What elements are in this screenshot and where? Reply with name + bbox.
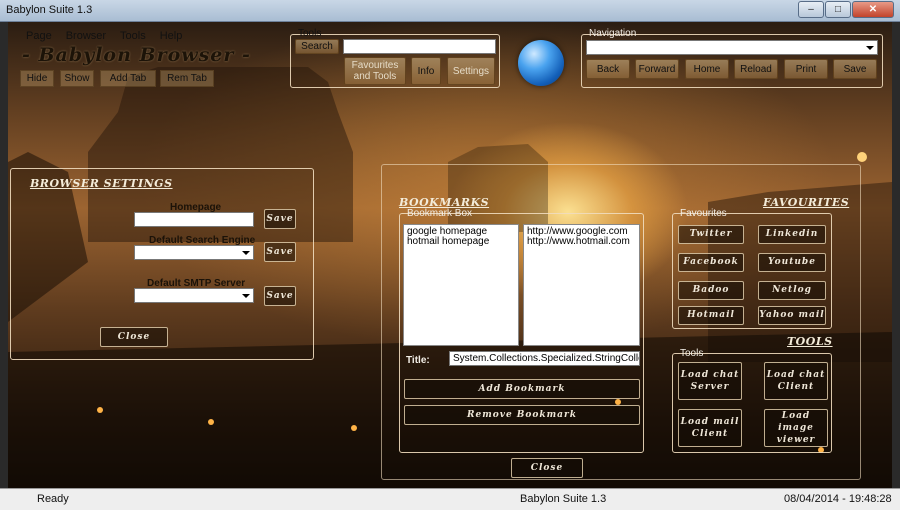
load-mail-client-button[interactable]: Load mail Client	[678, 409, 742, 447]
close-icon[interactable]: ✕	[852, 1, 894, 18]
tools-toolbar-label: Tools	[298, 28, 322, 39]
favourite-youtube-button[interactable]: Youtube	[758, 253, 826, 272]
close-bookmarks-button[interactable]: Close	[511, 458, 583, 478]
window-title: Babylon Suite 1.3	[6, 4, 93, 16]
menu-tools[interactable]: Tools	[120, 30, 146, 42]
bookmark-box-label: Bookmark Box	[407, 208, 473, 219]
save-homepage-button[interactable]: Save	[264, 209, 296, 229]
save-page-button[interactable]: Save	[833, 59, 877, 79]
save-smtp-button[interactable]: Save	[264, 286, 296, 306]
search-button[interactable]: Search	[295, 39, 339, 54]
status-ready: Ready	[37, 493, 69, 505]
back-button[interactable]: Back	[586, 59, 630, 79]
reload-button[interactable]: Reload	[734, 59, 778, 79]
favourite-facebook-button[interactable]: Facebook	[678, 253, 744, 272]
list-item[interactable]: http://www.hotmail.com	[527, 237, 636, 247]
status-app-name: Babylon Suite 1.3	[520, 493, 607, 505]
bookmark-title-label: Title:	[406, 355, 430, 366]
favourite-hotmail-button[interactable]: Hotmail	[678, 306, 744, 325]
browser-settings-title: BROWSER SETTINGS	[30, 177, 173, 190]
globe-icon	[518, 40, 564, 86]
hide-button[interactable]: Hide	[20, 70, 54, 87]
maximize-icon[interactable]: □	[825, 1, 851, 18]
load-chat-server-button[interactable]: Load chat Server	[678, 362, 742, 400]
bookmark-title-input[interactable]: System.Collections.Specialized.StringCol…	[449, 351, 640, 366]
load-image-viewer-button[interactable]: Load image viewer	[764, 409, 828, 447]
window-titlebar: Babylon Suite 1.3 – □ ✕	[0, 0, 900, 22]
favourites-and-tools-button[interactable]: Favourites and Tools	[344, 57, 406, 85]
favourites-group-label: Favourites	[680, 208, 727, 219]
search-engine-combo[interactable]	[134, 245, 254, 260]
menu-bar: Page Browser Tools Help	[26, 30, 182, 42]
home-button[interactable]: Home	[685, 59, 729, 79]
remove-tab-button[interactable]: Rem Tab	[160, 70, 214, 87]
menu-page[interactable]: Page	[26, 30, 52, 42]
smtp-server-combo[interactable]	[134, 288, 254, 303]
app-brand-title: - Babylon Browser -	[22, 44, 251, 66]
minimize-icon[interactable]: –	[798, 1, 824, 18]
tools-title: TOOLS	[787, 335, 833, 348]
search-input[interactable]	[343, 39, 496, 54]
favourite-linkedin-button[interactable]: Linkedin	[758, 225, 826, 244]
settings-button[interactable]: Settings	[447, 57, 495, 85]
list-item[interactable]: hotmail homepage	[407, 237, 515, 247]
save-search-engine-button[interactable]: Save	[264, 242, 296, 262]
menu-browser[interactable]: Browser	[66, 30, 106, 42]
info-button[interactable]: Info	[411, 57, 441, 85]
status-datetime: 08/04/2014 - 19:48:28	[784, 493, 892, 505]
print-button[interactable]: Print	[784, 59, 828, 79]
tools-group-label: Tools	[680, 348, 704, 359]
chevron-down-icon	[242, 251, 250, 255]
menu-help[interactable]: Help	[160, 30, 183, 42]
load-chat-client-button[interactable]: Load chat Client	[764, 362, 828, 400]
url-address-combo[interactable]	[586, 40, 878, 55]
status-bar: Ready Babylon Suite 1.3 08/04/2014 - 19:…	[0, 488, 900, 510]
bookmark-urls-list[interactable]: http://www.google.com http://www.hotmail…	[523, 224, 640, 346]
app-client-area: Page Browser Tools Help - Babylon Browse…	[8, 22, 892, 488]
chevron-down-icon	[242, 294, 250, 298]
favourite-yahoo-mail-button[interactable]: Yahoo mail	[758, 306, 826, 325]
window-controls: – □ ✕	[798, 1, 894, 18]
favourite-netlog-button[interactable]: Netlog	[758, 281, 826, 300]
favourites-title: FAVOURITES	[763, 196, 850, 209]
add-tab-button[interactable]: Add Tab	[100, 70, 156, 87]
forward-button[interactable]: Forward	[635, 59, 679, 79]
favourite-badoo-button[interactable]: Badoo	[678, 281, 744, 300]
bookmark-names-list[interactable]: google homepage hotmail homepage	[403, 224, 519, 346]
navigation-label: Navigation	[589, 28, 637, 39]
add-bookmark-button[interactable]: Add Bookmark	[404, 379, 640, 399]
chevron-down-icon	[866, 46, 874, 50]
show-button[interactable]: Show	[60, 70, 94, 87]
close-settings-button[interactable]: Close	[100, 327, 168, 347]
remove-bookmark-button[interactable]: Remove Bookmark	[404, 405, 640, 425]
favourite-twitter-button[interactable]: Twitter	[678, 225, 744, 244]
homepage-input[interactable]	[134, 212, 254, 227]
